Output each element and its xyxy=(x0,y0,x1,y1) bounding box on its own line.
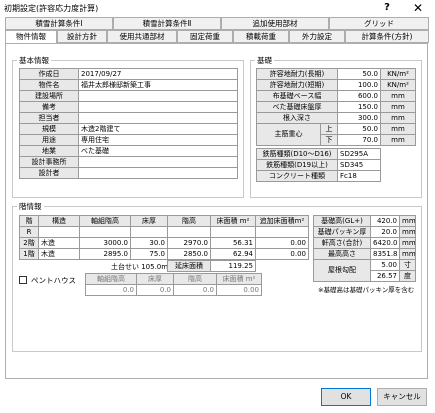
penthouse-area-field: 0.00 xyxy=(216,284,262,296)
tab-external-force[interactable]: 外力設定 xyxy=(289,30,345,43)
title-bar: 初期設定(許容応力度計算) ? ✕ xyxy=(0,0,435,16)
tab-row-front: 物件情報 設計方針 使用共通部材 固定荷重 積載荷重 外力設定 計算条件(方針) xyxy=(5,30,429,44)
roof-pitch-label: 屋根勾配 xyxy=(313,259,371,282)
floor-row-1-structure[interactable]: 木造 xyxy=(38,248,80,260)
roof-pitch-degree-field[interactable]: 26.57 xyxy=(370,270,400,282)
help-button[interactable]: ? xyxy=(380,1,394,15)
floor-row-1-extra[interactable]: 0.00 xyxy=(255,248,309,260)
tab-design-policy[interactable]: 設計方針 xyxy=(57,30,107,43)
floor-row-1-height[interactable]: 2850.0 xyxy=(167,248,211,260)
floor-row-1-axial[interactable]: 2895.0 xyxy=(79,248,131,260)
basic-info-title: 基本情報 xyxy=(17,55,51,66)
floor-row-1-slab[interactable]: 75.0 xyxy=(130,248,168,260)
penthouse-checkbox[interactable] xyxy=(19,276,27,284)
window-title: 初期設定(許容応力度計算) xyxy=(4,4,99,13)
foundation-label-concrete: コンクリート種類 xyxy=(256,170,338,182)
foundation-label-rebar-center: 主筋重心 xyxy=(256,123,321,146)
tab-property-info[interactable]: 物件情報 xyxy=(5,30,57,44)
tab-common-members[interactable]: 使用共通部材 xyxy=(107,30,177,43)
foundation-lower-unit: mm xyxy=(380,134,416,146)
tab-calc-conditions[interactable]: 計算条件(方針) xyxy=(345,30,429,43)
floor-row-1-area[interactable]: 62.94 xyxy=(210,248,256,260)
floor-info-title: 階情報 xyxy=(17,201,44,212)
roof-pitch-degree-unit: 度 xyxy=(399,270,416,282)
tab-snow-2[interactable]: 積雪計算条件Ⅱ xyxy=(113,17,221,30)
foundation-concrete-field[interactable]: Fc18 xyxy=(337,170,381,182)
penthouse-slab-field: 0.0 xyxy=(136,284,174,296)
total-area-value: 119.25 xyxy=(210,260,256,272)
total-area-label: 延床面積 xyxy=(167,260,211,272)
ok-button[interactable]: OK xyxy=(321,388,371,406)
penthouse-label[interactable]: ペントハウス xyxy=(31,275,76,286)
close-button[interactable]: ✕ xyxy=(407,1,429,15)
floor-row-1-floor: 1階 xyxy=(19,248,39,260)
tab-grid[interactable]: グリッド xyxy=(329,17,429,30)
foundation-label-lower: 下 xyxy=(320,134,338,146)
tab-snow-1[interactable]: 積雪計算条件Ⅰ xyxy=(5,17,113,30)
basic-designer-field[interactable] xyxy=(78,167,238,179)
penthouse-axial-field: 0.0 xyxy=(85,284,137,296)
tab-live-load[interactable]: 積載荷重 xyxy=(233,30,289,43)
foundation-note: ※基礎高は基礎パッキン厚を含む xyxy=(318,286,415,294)
tab-row-back: 積雪計算条件Ⅰ 積雪計算条件Ⅱ 追加使用部材 グリッド xyxy=(5,17,429,30)
tab-dead-load[interactable]: 固定荷重 xyxy=(177,30,233,43)
tab-additional-members[interactable]: 追加使用部材 xyxy=(221,17,329,30)
foundation-title: 基礎 xyxy=(255,55,274,66)
penthouse-height-field: 0.0 xyxy=(173,284,217,296)
foundation-lower-field[interactable]: 70.0 xyxy=(337,134,381,146)
cancel-button[interactable]: キャンセル xyxy=(377,388,427,406)
dodai-height-label: 土台せい 105.0mm xyxy=(111,263,175,271)
basic-label-designer: 設計者 xyxy=(19,167,79,179)
tab-panel: 基本情報 作成日 2017/09/27 物件名 福井太郎様邸新築工事 建設場所 … xyxy=(5,43,428,379)
